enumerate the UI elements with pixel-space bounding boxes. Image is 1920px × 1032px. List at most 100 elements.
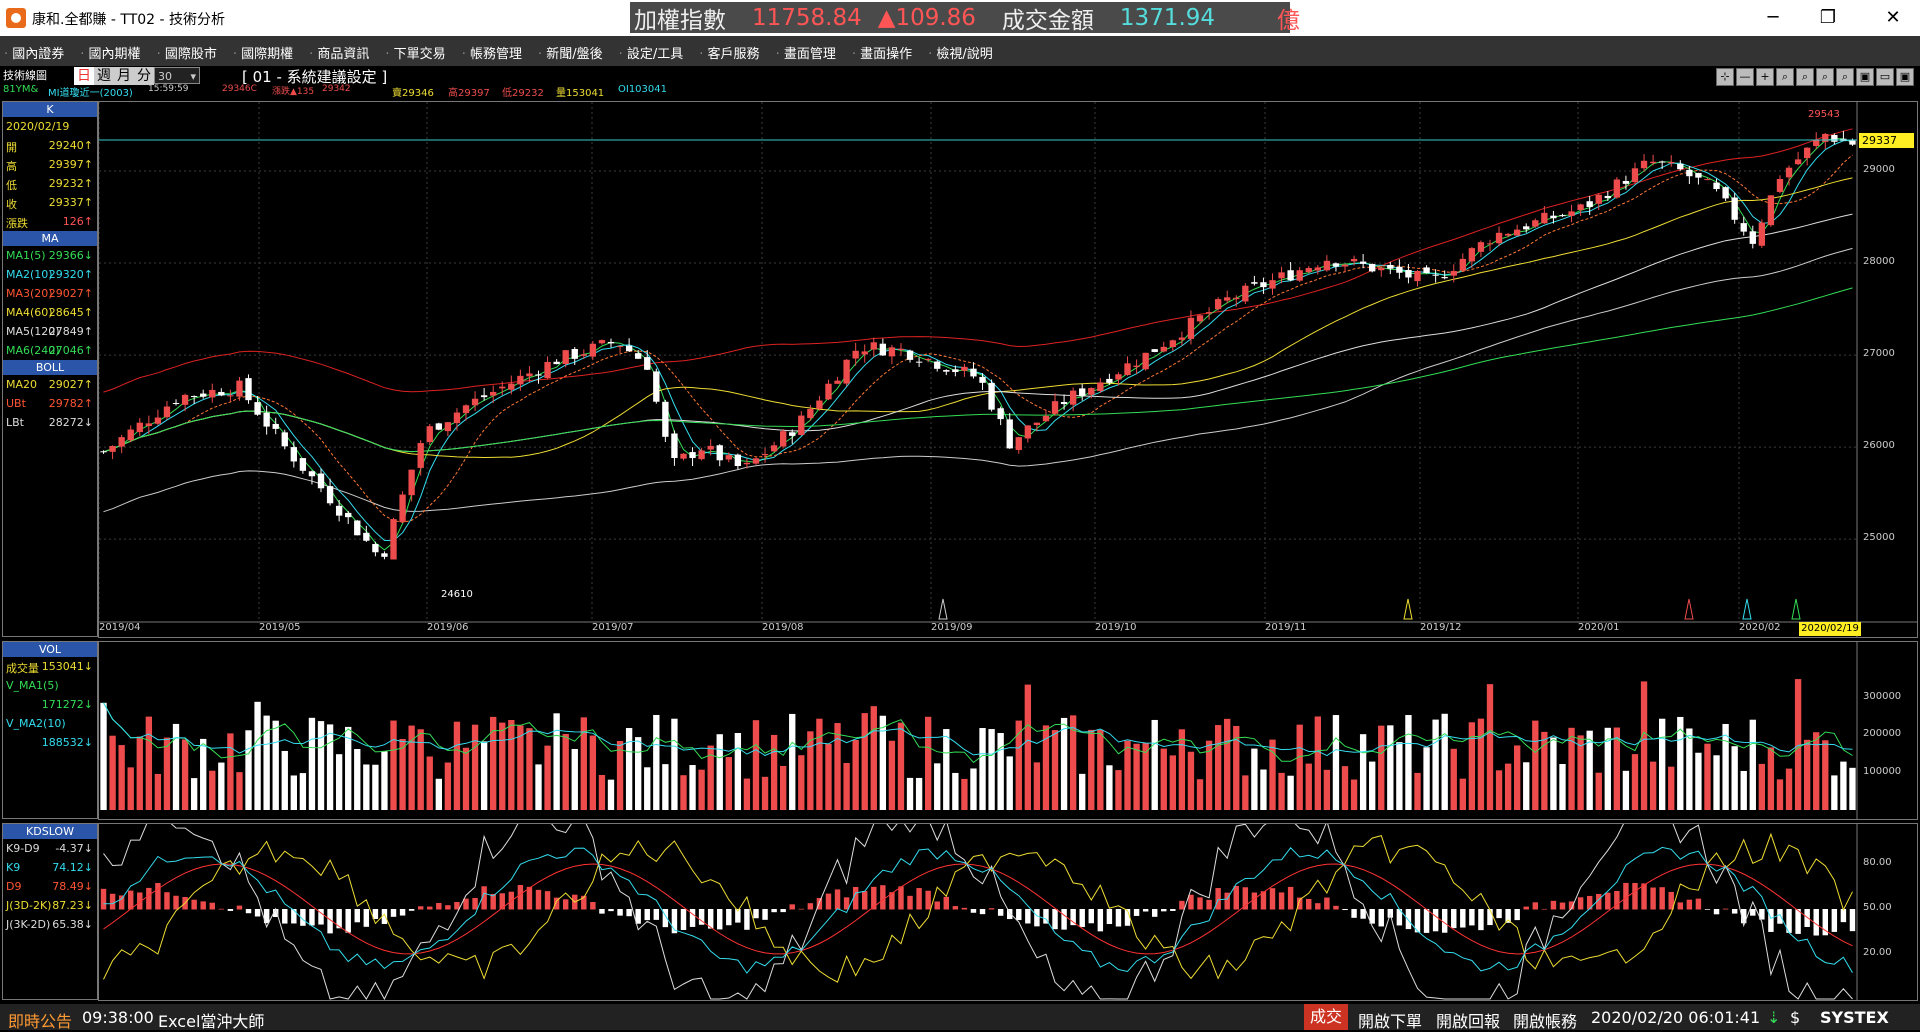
minimize-button[interactable]: ─ — [1758, 6, 1788, 30]
volume-bar — [716, 734, 723, 810]
candle-body — [834, 380, 841, 384]
candle-body — [1504, 233, 1512, 236]
zoom-out-icon[interactable]: — — [1736, 68, 1754, 86]
k-open-row: 開 29240↑ — [3, 136, 97, 155]
menu-view-help[interactable]: 檢視/說明 — [928, 43, 992, 62]
symbol-code: 81YM& — [3, 84, 39, 95]
period-month-button[interactable]: 月 — [114, 67, 134, 85]
kd-diff-bar — [689, 909, 696, 927]
volume-bar — [1124, 740, 1131, 810]
kd-diff-bar — [526, 886, 533, 910]
k9-row: K9 74.12↓ — [3, 858, 97, 877]
candle-body — [1350, 258, 1358, 262]
zoom-in-icon[interactable]: + — [1756, 68, 1774, 86]
candle-body — [1251, 282, 1258, 284]
announce-link[interactable]: 即時公告 — [8, 1008, 72, 1032]
volume-bar — [1224, 718, 1231, 810]
candle-body — [897, 348, 905, 350]
crosshair-icon[interactable]: ⊹ — [1716, 68, 1734, 86]
period-minute-button[interactable]: 分 — [134, 67, 154, 85]
kd-diff-bar — [1106, 909, 1113, 925]
volume-chart[interactable]: 300000 200000 100000 — [98, 641, 1918, 820]
volume-bar — [1758, 763, 1766, 810]
candle-body — [1305, 268, 1312, 273]
dollar-icon[interactable]: $ — [1790, 1008, 1800, 1027]
menu-customer-service[interactable]: 客戶服務 — [699, 43, 760, 62]
print-icon[interactable]: ▣ — [1896, 68, 1914, 86]
menu-news[interactable]: 新聞/盤後 — [538, 43, 602, 62]
period-day-button[interactable]: 日 — [74, 67, 94, 85]
ma2-value: 29320↑ — [48, 268, 93, 281]
kd-chart[interactable]: 80.00 50.00 20.00 — [98, 823, 1918, 1001]
menu-domestic-futures[interactable]: 國內期權 — [80, 43, 141, 62]
volume-bar — [979, 728, 986, 810]
window-icon[interactable]: ▭ — [1876, 68, 1894, 86]
candle-body — [1477, 242, 1485, 252]
save-icon[interactable]: ▣ — [1856, 68, 1874, 86]
candle-body — [408, 469, 415, 496]
kd-diff-bar — [309, 909, 315, 926]
candle-body — [707, 445, 714, 450]
status-datetime: 2020/02/20 06:01:41 — [1591, 1008, 1761, 1027]
volume-bar — [988, 729, 995, 810]
price-chart[interactable]: 29337 29543 24610 29000 28000 27000 26000 25… — [98, 101, 1918, 638]
volume-bar — [952, 772, 959, 810]
open-order-button[interactable]: 開啟下單 — [1358, 1008, 1422, 1032]
candle-body — [861, 351, 868, 355]
menu-account-mgmt[interactable]: 帳務管理 — [462, 43, 522, 62]
candle-body — [480, 395, 488, 398]
search-icon[interactable]: ⌕ — [1776, 68, 1794, 86]
tab-technical-chart[interactable]: 技術線圖 — [3, 67, 47, 83]
kd-diff-bar — [1233, 885, 1239, 910]
close-button[interactable]: ✕ — [1878, 6, 1908, 30]
kd-diff-bar — [979, 909, 986, 915]
menu-product-info[interactable]: 商品資訊 — [309, 43, 369, 62]
vma2-value-row: 188532↓ — [3, 733, 97, 752]
menu-screen-mgmt[interactable]: 畫面管理 — [776, 43, 836, 62]
volume-bar — [1595, 772, 1602, 810]
maximize-button[interactable]: ❐ — [1813, 6, 1843, 30]
volume-bar — [1260, 769, 1267, 810]
open-return-button[interactable]: 開啟回報 — [1436, 1008, 1500, 1032]
magnify-icon[interactable]: ⌕ — [1796, 68, 1814, 86]
kd-diff-bar — [952, 906, 959, 910]
kd-diff-bar — [807, 903, 814, 910]
download-icon[interactable]: ⇣ — [1767, 1008, 1780, 1027]
period-high-label: 29543 — [1808, 109, 1840, 121]
kd-chart-svg — [100, 824, 1858, 1000]
menu-domestic-securities[interactable]: 國內證券 — [4, 43, 64, 62]
kd-diff-bar — [626, 909, 632, 917]
kd-diff-bar — [436, 902, 442, 910]
volume-bar — [1776, 779, 1784, 810]
quote-oi: OI103041 — [618, 84, 667, 95]
menu-screen-ops[interactable]: 畫面操作 — [852, 43, 912, 62]
ma6-value: 27046↑ — [48, 344, 93, 357]
candle-body — [399, 494, 406, 523]
kd-diff-bar — [445, 905, 451, 910]
volume-tick-label: 300000 — [1863, 690, 1902, 702]
menu-settings-tools[interactable]: 設定/工具 — [619, 43, 683, 62]
quote-low: 低29232 — [502, 88, 544, 99]
candle-body — [1142, 352, 1149, 370]
price-chart-svg — [99, 102, 1917, 637]
candle-body — [517, 375, 524, 385]
kd-diff-bar — [1559, 902, 1566, 910]
volume-bar — [1006, 756, 1013, 810]
kd-diff-bar — [1333, 905, 1339, 910]
kd-diff-bar — [1432, 909, 1439, 932]
open-account-button[interactable]: 開啟帳務 — [1513, 1008, 1577, 1032]
trade-button[interactable]: 成交 — [1304, 1004, 1349, 1030]
period-week-button[interactable]: 週 — [94, 67, 114, 85]
ma1-label: MA1(5) — [6, 249, 46, 262]
date-badge: 2020/02/19 — [1799, 622, 1861, 636]
vma2-value: 188532↓ — [41, 736, 93, 749]
kd-tick-label: 50.00 — [1863, 902, 1892, 913]
setting-label[interactable]: [ 01 - 系統建議設定 ] — [242, 66, 387, 87]
magnify-minus-icon[interactable]: ⌕ — [1816, 68, 1834, 86]
menu-order-trading[interactable]: 下單交易 — [385, 43, 446, 62]
status-ad[interactable]: Excel當沖大師 — [158, 1008, 264, 1032]
period-select[interactable]: 30 ▾ — [154, 67, 200, 84]
menu-intl-stocks[interactable]: 國際股市 — [157, 43, 217, 62]
menu-intl-futures[interactable]: 國際期權 — [233, 43, 293, 62]
magnify-plus-icon[interactable]: ⌕ — [1836, 68, 1854, 86]
